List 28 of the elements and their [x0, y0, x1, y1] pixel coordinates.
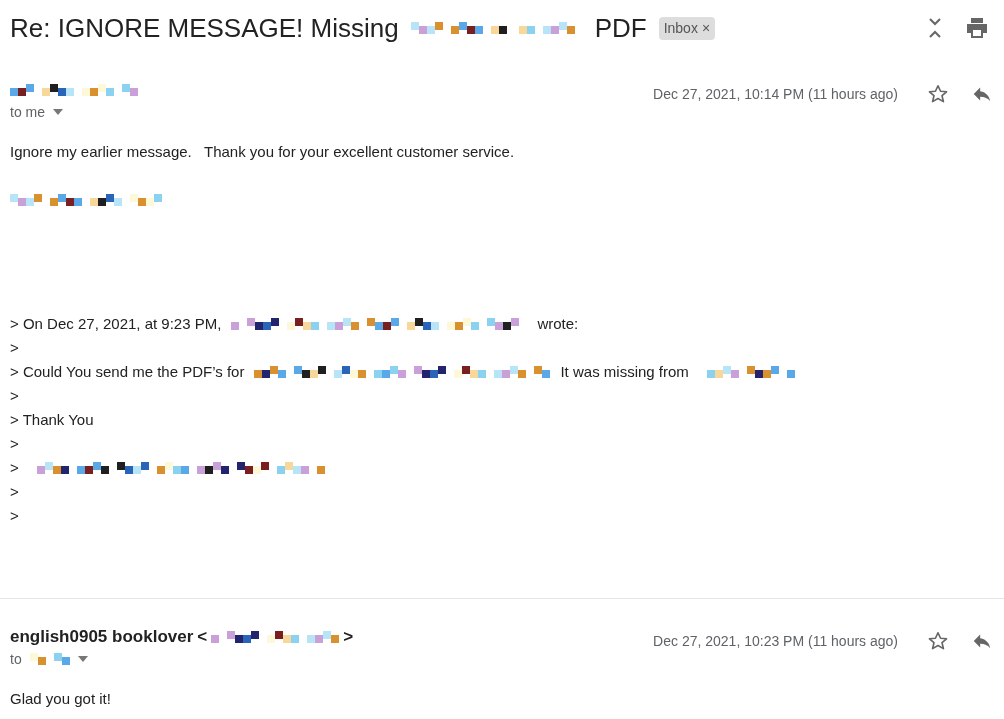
inbox-label[interactable]: Inbox ×	[658, 16, 716, 40]
quoted-line: >	[10, 385, 19, 406]
redacted-mosaic	[29, 653, 70, 665]
quoted-line: It was missing from	[560, 361, 689, 382]
dropdown-caret-icon[interactable]	[53, 109, 63, 115]
quoted-line: >	[10, 433, 19, 454]
quoted-line: >	[10, 505, 19, 526]
message-text: Ignore my earlier message. Thank you for your excellent customer service.	[10, 141, 515, 162]
collapse-icon[interactable]	[928, 17, 942, 39]
sender-name: <	[197, 626, 208, 649]
quoted-line: >	[10, 457, 19, 478]
recipient-label: to	[10, 649, 22, 669]
dropdown-caret-icon[interactable]	[77, 656, 88, 662]
message-date: Dec 27, 2021, 10:14 PM (11 hours ago)	[653, 84, 898, 104]
sender-name: >	[343, 626, 354, 649]
print-icon[interactable]	[966, 18, 988, 38]
quoted-line: > On Dec 27, 2021, at 9:23 PM,	[10, 313, 222, 334]
message-text: Glad you got it!	[10, 688, 111, 709]
message-date: Dec 27, 2021, 10:23 PM (11 hours ago)	[653, 631, 898, 651]
quoted-line: >	[10, 481, 19, 502]
quoted-line: >	[10, 337, 19, 358]
sender-name: english0905 booklover	[10, 626, 194, 649]
email-subject: Re: IGNORE MESSAGE! Missing	[10, 11, 399, 45]
email-subject: PDF	[594, 11, 647, 45]
recipient-label: to me	[10, 102, 45, 122]
quoted-line: > Thank You	[10, 409, 94, 430]
quoted-line: wrote:	[537, 313, 579, 334]
quoted-line: > Could You send me the PDF’s for	[10, 361, 245, 382]
